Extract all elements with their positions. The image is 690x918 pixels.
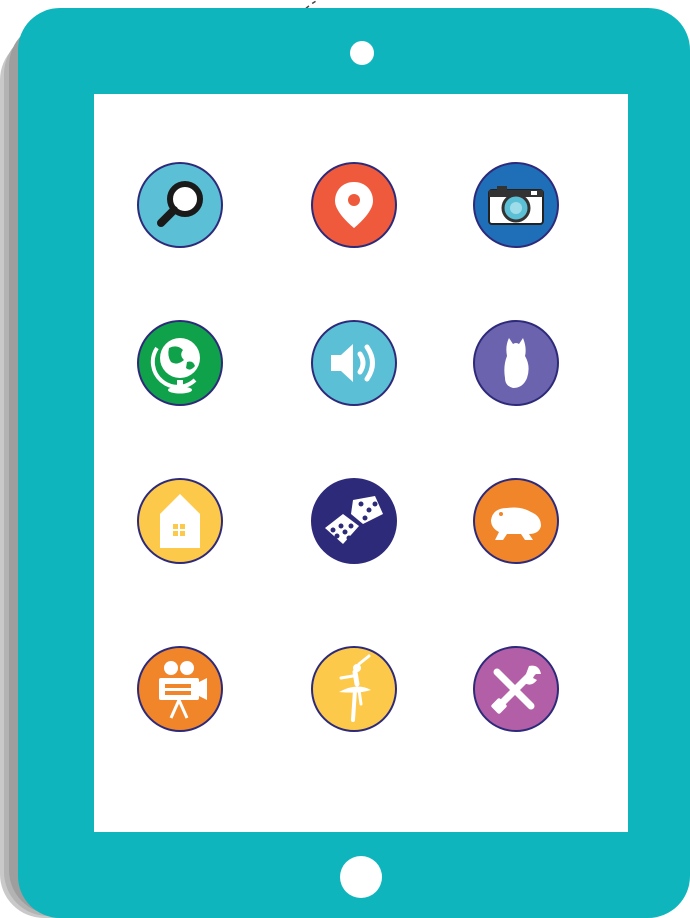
app-settings[interactable] [473,646,559,732]
app-sound[interactable] [311,320,397,406]
app-owl[interactable] [473,320,559,406]
app-film[interactable] [137,646,223,732]
tools-icon [491,665,541,714]
globe-icon [150,338,200,394]
speaker-icon [331,344,375,382]
ballerina-icon [339,654,371,722]
film-projector-icon [159,661,207,719]
app-home[interactable] [137,478,223,564]
owl-icon [504,338,529,388]
front-camera [350,41,374,65]
app-globe[interactable] [137,320,223,406]
app-dance[interactable] [311,646,397,732]
location-pin-icon [335,182,373,228]
home-button[interactable] [340,856,382,898]
app-camera[interactable] [473,162,559,248]
house-icon [160,494,200,548]
frog-icon [491,507,541,540]
dice-icon [325,496,383,544]
app-dice[interactable] [311,478,397,564]
app-frog[interactable] [473,478,559,564]
search-icon [157,181,203,227]
app-location[interactable] [311,162,397,248]
app-search[interactable] [137,162,223,248]
camera-icon [488,186,544,225]
